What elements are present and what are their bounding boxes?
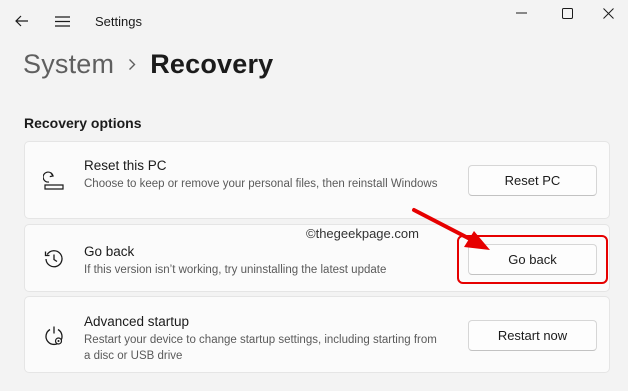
breadcrumb-system-link[interactable]: System (23, 49, 114, 80)
reset-pc-icon (41, 168, 67, 194)
go-back-title: Go back (84, 244, 135, 259)
advanced-startup-title: Advanced startup (84, 314, 190, 329)
hamburger-menu-icon (54, 15, 70, 27)
section-heading: Recovery options (24, 115, 142, 131)
breadcrumb: System Recovery (23, 44, 273, 84)
back-arrow-icon (15, 15, 28, 27)
minimize-button[interactable] (500, 0, 542, 26)
minimize-icon (515, 12, 527, 14)
reset-pc-description: Choose to keep or remove your personal f… (84, 178, 438, 190)
settings-window: Settings System Recovery Recovery option… (0, 0, 628, 391)
title-bar: Settings (0, 0, 628, 42)
advanced-startup-description: Restart your device to change startup se… (84, 334, 437, 362)
window-title: Settings (95, 14, 142, 29)
go-back-description: If this version isn’t working, try unins… (84, 264, 387, 276)
maximize-button[interactable] (546, 0, 588, 26)
advanced-startup-card: Advanced startup Restart your device to … (24, 296, 610, 373)
restart-now-button[interactable]: Restart now (468, 320, 597, 351)
reset-pc-card: Reset this PC Choose to keep or remove y… (24, 141, 610, 219)
page-title: Recovery (150, 48, 274, 79)
back-button[interactable] (8, 8, 36, 34)
close-icon (602, 7, 614, 19)
navigation-menu-button[interactable] (48, 8, 76, 34)
advanced-startup-icon (41, 323, 67, 349)
maximize-icon (561, 7, 573, 19)
go-back-history-icon (41, 246, 67, 272)
chevron-right-icon (128, 58, 136, 71)
watermark-text: ©thegeekpage.com (306, 226, 419, 241)
close-button[interactable] (588, 0, 628, 26)
reset-pc-button[interactable]: Reset PC (468, 165, 597, 196)
go-back-button[interactable]: Go back (468, 244, 597, 275)
reset-pc-title: Reset this PC (84, 158, 167, 173)
